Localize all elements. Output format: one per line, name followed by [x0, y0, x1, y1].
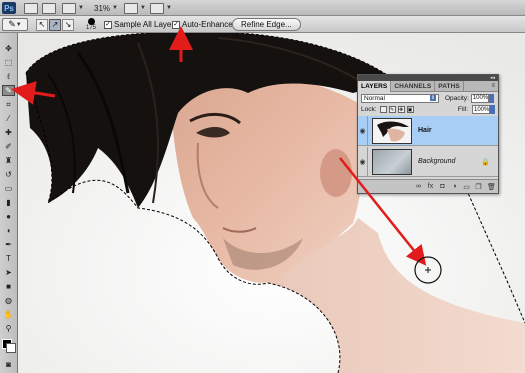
- blend-opacity-row: Normal ⇕ Opacity: 100%: [358, 92, 498, 104]
- hand-tool-icon[interactable]: ✋: [2, 309, 15, 320]
- tab-paths[interactable]: PATHS: [435, 81, 464, 92]
- brush-tip-icon: [87, 18, 95, 25]
- lock-label: Lock:: [361, 106, 377, 113]
- checkmark-icon: ✓: [172, 20, 180, 29]
- layer-thumbnail: [372, 117, 412, 144]
- application-bar: Ps ▼ 31% ▼ ▼ ▼: [0, 0, 525, 16]
- arrange-documents-menu[interactable]: ▼: [124, 2, 146, 14]
- lock-all-icon[interactable]: ▣: [406, 106, 414, 113]
- layer-style-icon[interactable]: fx: [427, 183, 434, 190]
- new-selection-button[interactable]: ↖: [36, 18, 48, 31]
- zoom-tool-icon[interactable]: ⚲: [2, 323, 15, 334]
- opacity-slider-arrow-icon[interactable]: [488, 93, 494, 103]
- add-to-selection-button[interactable]: ↗: [49, 18, 61, 31]
- refine-edge-button[interactable]: Refine Edge...: [232, 18, 301, 31]
- shape-tool-icon[interactable]: ■: [2, 281, 15, 292]
- delete-layer-icon[interactable]: 🗑: [487, 183, 496, 191]
- move-tool-icon[interactable]: ✥: [2, 43, 15, 54]
- tool-preset-picker[interactable]: ✎ ▼: [2, 18, 28, 31]
- panel-footer: ∞ fx ◘ ◑ ▭ ❐ 🗑: [358, 179, 498, 193]
- zoom-level: 31%: [94, 3, 111, 13]
- crop-tool-icon[interactable]: ⌗: [2, 99, 15, 110]
- visibility-eye-icon[interactable]: ◉: [358, 146, 368, 177]
- lock-transparent-icon[interactable]: [379, 106, 387, 113]
- link-layers-icon[interactable]: ∞: [415, 183, 422, 190]
- pen-tool-icon[interactable]: ✒: [2, 239, 15, 250]
- quick-selection-tool-icon[interactable]: ✎: [2, 85, 15, 96]
- photoshop-logo: Ps: [2, 2, 16, 14]
- lock-position-icon[interactable]: ✥: [397, 106, 405, 113]
- marquee-tool-icon[interactable]: ⬚: [2, 57, 15, 68]
- lasso-tool-icon[interactable]: ℓ: [2, 71, 15, 82]
- view-extras-menu[interactable]: ▼: [62, 2, 84, 14]
- tab-channels[interactable]: CHANNELS: [391, 81, 436, 92]
- eyedropper-tool-icon[interactable]: ⁄: [2, 113, 15, 124]
- checkmark-icon: ✓: [104, 20, 112, 29]
- tools-panel: ✥ ⬚ ℓ ✎ ⌗ ⁄ ✚ ✐ ♜ ↺ ▭ ▮ ● ◖ ✒ T ➤ ■ ◍ ✋ …: [0, 33, 18, 373]
- eraser-tool-icon[interactable]: ▭: [2, 183, 15, 194]
- opacity-input[interactable]: 100%: [470, 93, 489, 103]
- blend-mode-select[interactable]: Normal ⇕: [361, 93, 439, 103]
- layer-thumbnail: [372, 148, 412, 175]
- fill-input[interactable]: 100%: [472, 105, 490, 114]
- dropdown-arrow-icon: ⇕: [429, 95, 436, 101]
- background-color-swatch[interactable]: [6, 343, 16, 353]
- brush-picker[interactable]: 175: [80, 17, 102, 32]
- path-selection-tool-icon[interactable]: ➤: [2, 267, 15, 278]
- visibility-eye-icon[interactable]: ◉: [358, 115, 368, 146]
- panel-tabs: LAYERS CHANNELS PATHS ≡: [358, 81, 498, 92]
- history-brush-tool-icon[interactable]: ↺: [2, 169, 15, 180]
- auto-enhance-checkbox[interactable]: ✓ Auto-Enhance: [172, 18, 233, 31]
- brush-tool-icon[interactable]: ✐: [2, 141, 15, 152]
- 3d-rotate-tool-icon[interactable]: ◍: [2, 295, 15, 306]
- launch-mini-bridge-button[interactable]: [42, 2, 56, 14]
- sample-all-layers-checkbox[interactable]: ✓ Sample All Layers: [104, 18, 178, 31]
- layer-name: Hair: [418, 127, 432, 134]
- lock-image-icon[interactable]: ✎: [388, 106, 396, 113]
- add-mask-icon[interactable]: ◘: [439, 183, 446, 190]
- fill-label: Fill:: [457, 106, 468, 113]
- layer-row-background[interactable]: ◉ Background 🔒: [358, 146, 498, 177]
- layer-lock-icon: 🔒: [481, 158, 490, 166]
- quick-mask-icon[interactable]: ◙: [2, 359, 15, 370]
- adjustment-layer-icon[interactable]: ◑: [451, 183, 458, 190]
- lock-fill-row: Lock: ✎ ✥ ▣ Fill: 100%: [358, 104, 498, 115]
- tab-layers[interactable]: LAYERS: [358, 81, 392, 92]
- fill-slider-arrow-icon[interactable]: [490, 105, 495, 114]
- layer-row-hair[interactable]: ◉ Hair: [358, 115, 498, 146]
- panel-menu-icon[interactable]: ≡: [491, 83, 495, 89]
- gradient-tool-icon[interactable]: ▮: [2, 197, 15, 208]
- launch-bridge-button[interactable]: [24, 2, 38, 14]
- dodge-tool-icon[interactable]: ◖: [2, 225, 15, 236]
- options-bar: ✎ ▼ ↖ ↗ ↘ 175 ✓ Sample All Layers ✓ Auto-…: [0, 16, 525, 33]
- quick-selection-icon: ✎: [8, 19, 16, 29]
- selection-mode-group: ↖ ↗ ↘: [36, 18, 75, 31]
- new-group-icon[interactable]: ▭: [463, 183, 470, 191]
- subtract-from-selection-button[interactable]: ↘: [62, 18, 74, 31]
- opacity-label: Opacity:: [445, 94, 469, 102]
- healing-brush-tool-icon[interactable]: ✚: [2, 127, 15, 138]
- screen-mode-menu[interactable]: ▼: [150, 2, 172, 14]
- layers-panel: ◂◂ LAYERS CHANNELS PATHS ≡ Normal ⇕ Opac…: [357, 74, 499, 194]
- new-layer-icon[interactable]: ❐: [475, 183, 482, 191]
- type-tool-icon[interactable]: T: [2, 253, 15, 264]
- brush-size: 175: [85, 25, 96, 31]
- clone-stamp-tool-icon[interactable]: ♜: [2, 155, 15, 166]
- layer-name: Background: [418, 158, 456, 165]
- zoom-level-menu[interactable]: 31% ▼: [94, 2, 118, 14]
- blur-tool-icon[interactable]: ●: [2, 211, 15, 222]
- collapse-panel-icon[interactable]: ◂◂: [490, 75, 495, 81]
